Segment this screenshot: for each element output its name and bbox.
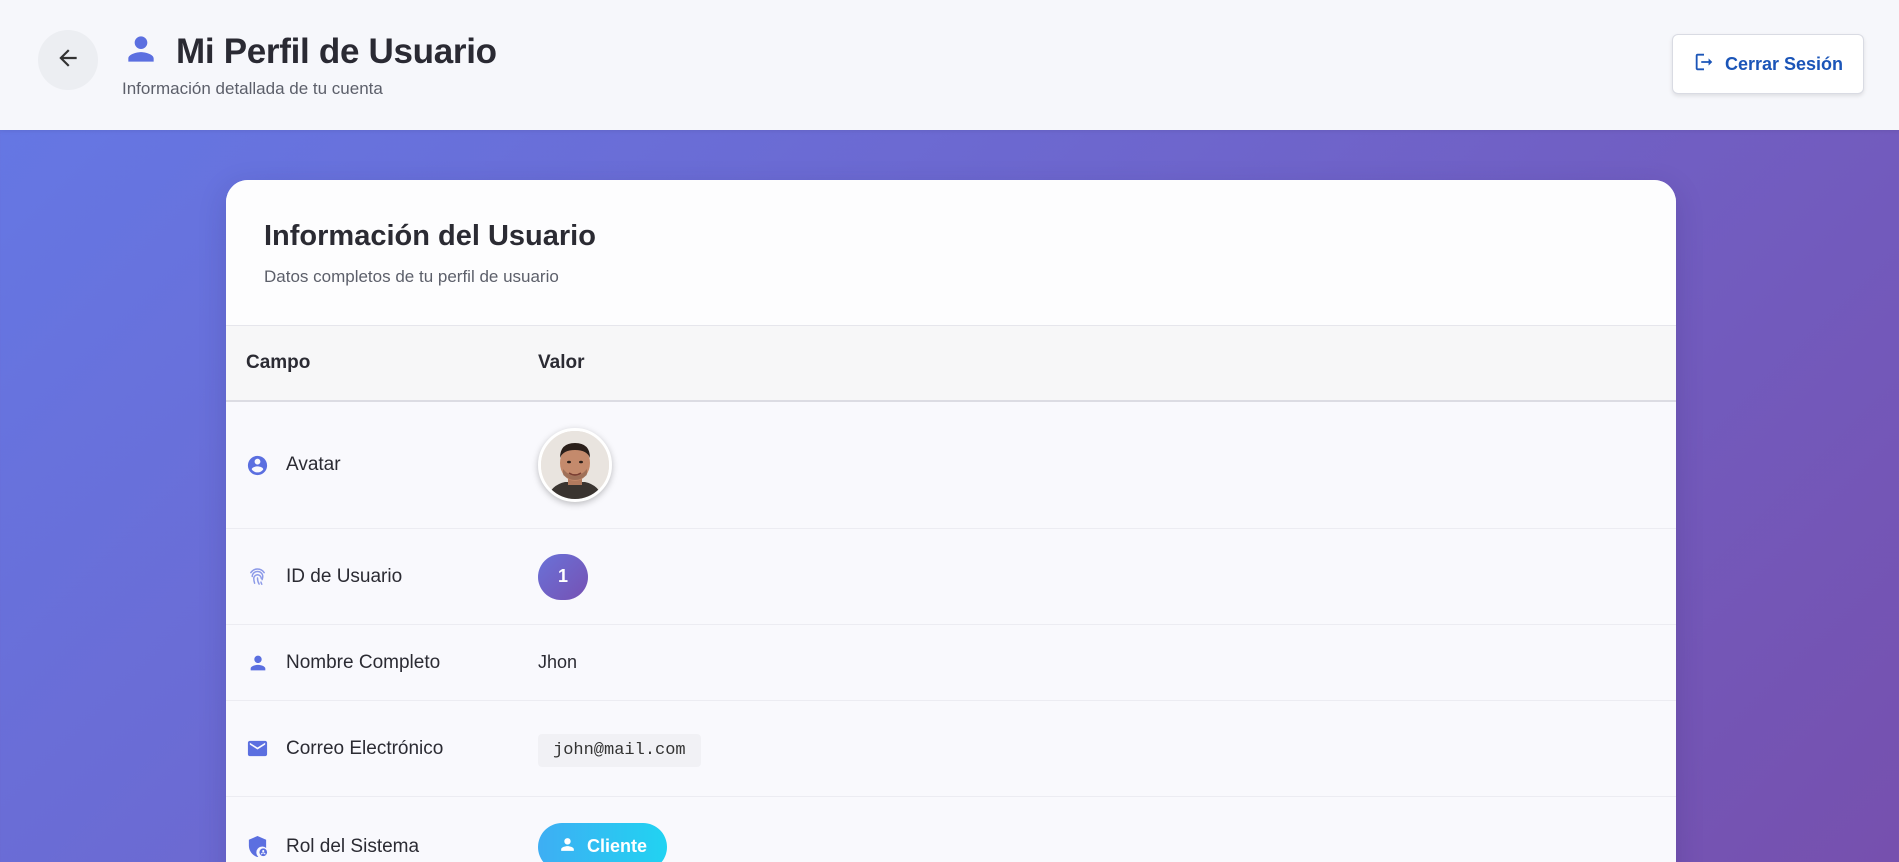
fingerprint-icon (246, 565, 269, 588)
card-subtitle: Datos completos de tu perfil de usuario (264, 267, 559, 286)
avatar (538, 428, 612, 502)
email-value: john@mail.com (538, 733, 701, 767)
person-icon (558, 835, 577, 859)
account-circle-icon (246, 454, 269, 477)
field-label: Rol del Sistema (286, 835, 420, 857)
field-label: ID de Usuario (286, 565, 403, 587)
page-subtitle: Información detallada de tu cuenta (122, 79, 383, 98)
email-icon (246, 737, 269, 760)
column-header-value: Valor (538, 352, 585, 373)
table-row-role: Rol del Sistema Cliente (226, 797, 1676, 862)
logout-label: Cerrar Sesión (1724, 53, 1844, 74)
full-name-value: Jhon (538, 652, 578, 672)
user-info-card: Información del Usuario Datos completos … (226, 180, 1676, 862)
card-header: Información del Usuario Datos completos … (226, 180, 1676, 325)
logout-button[interactable]: Cerrar Sesión (1672, 34, 1864, 94)
user-id-badge: 1 (538, 553, 588, 600)
field-label: Avatar (286, 454, 341, 475)
page-title-row: Mi Perfil de Usuario (122, 30, 497, 73)
page-title: Mi Perfil de Usuario (176, 31, 497, 71)
card-title: Información del Usuario (264, 220, 596, 252)
logout-icon (1693, 51, 1715, 78)
column-header-field: Campo (246, 352, 311, 373)
arrow-back-icon (55, 45, 81, 76)
field-label: Correo Electrónico (286, 737, 444, 759)
role-label: Cliente (587, 836, 648, 856)
table-row-user-id: ID de Usuario 1 (226, 529, 1676, 625)
back-button[interactable] (38, 30, 98, 90)
table-row-email: Correo Electrónico john@mail.com (226, 701, 1676, 797)
table-row-avatar: Avatar (226, 402, 1676, 529)
person-icon (246, 651, 269, 674)
table-row-full-name: Nombre Completo Jhon (226, 625, 1676, 701)
top-app-bar: Mi Perfil de Usuario Información detalla… (0, 0, 1899, 130)
table-header: Campo Valor (226, 325, 1676, 402)
field-label: Nombre Completo (286, 651, 441, 673)
person-icon (122, 30, 160, 73)
role-badge: Cliente (538, 822, 668, 862)
admin-shield-icon (246, 835, 269, 858)
